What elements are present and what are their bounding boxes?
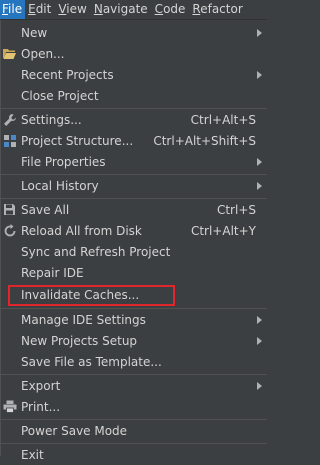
menu-item-new-projects-setup-label: New Projects Setup bbox=[21, 333, 138, 348]
menu-refactor[interactable]: Refactor bbox=[189, 0, 246, 19]
menu-item-open-label: Open... bbox=[21, 46, 65, 61]
menu-item-save-all-label: Save All bbox=[21, 202, 70, 217]
menu-edit-label: dit bbox=[35, 2, 52, 16]
menu-item-new-label: New bbox=[21, 25, 48, 40]
menu-view[interactable]: View bbox=[55, 0, 90, 19]
highlight-annotation-box bbox=[8, 285, 175, 306]
menu-item-manage-ide-settings-label: Manage IDE Settings bbox=[21, 312, 146, 327]
reload-icon bbox=[2, 223, 17, 238]
menu-item-new[interactable]: New bbox=[1, 22, 267, 43]
menu-item-repair-ide-label: Repair IDE bbox=[21, 265, 84, 280]
menu-item-save-all[interactable]: Save All Ctrl+S bbox=[1, 199, 267, 220]
menu-edit-mnemonic: E bbox=[28, 2, 36, 16]
menu-item-print[interactable]: Print... bbox=[1, 396, 267, 417]
menu-item-save-as-template[interactable]: Save File as Template... bbox=[1, 351, 267, 372]
print-icon bbox=[2, 399, 17, 414]
submenu-arrow-icon bbox=[257, 157, 262, 166]
menu-code-mnemonic: C bbox=[154, 2, 164, 16]
menu-navigate-label: avigate bbox=[102, 2, 148, 16]
file-dropdown-menu: New Open... Recent Projects Close Projec… bbox=[0, 20, 267, 462]
submenu-arrow-icon bbox=[257, 315, 262, 324]
project-structure-icon bbox=[2, 133, 17, 148]
menu-item-project-structure-label: Project Structure... bbox=[21, 133, 134, 148]
wrench-icon bbox=[2, 112, 17, 127]
menu-item-file-properties[interactable]: File Properties bbox=[1, 151, 267, 172]
menu-item-new-projects-setup[interactable]: New Projects Setup bbox=[1, 330, 267, 351]
menu-item-export-label: Export bbox=[21, 378, 61, 393]
submenu-arrow-icon bbox=[257, 381, 262, 390]
menu-refactor-label: efactor bbox=[200, 2, 243, 16]
menu-item-reload-from-disk[interactable]: Reload All from Disk Ctrl+Alt+Y bbox=[1, 220, 267, 241]
menu-item-exit-label: Exit bbox=[21, 447, 44, 462]
menu-item-print-label: Print... bbox=[21, 399, 61, 414]
menu-item-local-history-label: Local History bbox=[21, 178, 99, 193]
menu-item-save-all-shortcut: Ctrl+S bbox=[216, 202, 256, 217]
menu-code-label: ode bbox=[163, 2, 186, 16]
menu-item-repair-ide[interactable]: Repair IDE bbox=[1, 262, 267, 283]
menu-navigate[interactable]: Navigate bbox=[91, 0, 152, 19]
menu-item-recent-projects[interactable]: Recent Projects bbox=[1, 64, 267, 85]
menu-bar: File Edit View Navigate Code Refactor bbox=[0, 0, 267, 20]
menu-item-export[interactable]: Export bbox=[1, 375, 267, 396]
save-icon bbox=[2, 202, 17, 217]
menu-item-power-save-label: Power Save Mode bbox=[21, 423, 128, 438]
submenu-arrow-icon bbox=[257, 336, 262, 345]
menu-item-open[interactable]: Open... bbox=[1, 43, 267, 64]
menu-item-manage-ide-settings[interactable]: Manage IDE Settings bbox=[1, 309, 267, 330]
submenu-arrow-icon bbox=[257, 28, 262, 37]
menu-file[interactable]: File bbox=[0, 0, 26, 19]
menu-edit[interactable]: Edit bbox=[25, 0, 55, 19]
menu-item-project-structure-shortcut: Ctrl+Alt+Shift+S bbox=[153, 133, 256, 148]
menu-item-save-as-template-label: Save File as Template... bbox=[21, 354, 162, 369]
menu-item-settings[interactable]: Settings... Ctrl+Alt+S bbox=[1, 109, 267, 130]
menu-file-label: ile bbox=[8, 2, 23, 16]
menu-code[interactable]: Code bbox=[152, 0, 190, 19]
menu-view-label: iew bbox=[66, 2, 87, 16]
menu-item-close-project[interactable]: Close Project bbox=[1, 85, 267, 106]
menu-item-local-history[interactable]: Local History bbox=[1, 175, 267, 196]
menu-item-close-project-label: Close Project bbox=[21, 88, 99, 103]
submenu-arrow-icon bbox=[257, 181, 262, 190]
menu-item-settings-label: Settings... bbox=[21, 112, 82, 127]
menu-item-file-properties-label: File Properties bbox=[21, 154, 106, 169]
menu-item-exit[interactable]: Exit bbox=[1, 444, 267, 465]
folder-open-icon bbox=[2, 46, 17, 61]
menu-item-reload-from-disk-label: Reload All from Disk bbox=[21, 223, 142, 238]
submenu-arrow-icon bbox=[257, 70, 262, 79]
menu-item-project-structure[interactable]: Project Structure... Ctrl+Alt+Shift+S bbox=[1, 130, 267, 151]
menu-item-settings-shortcut: Ctrl+Alt+S bbox=[190, 112, 256, 127]
menu-item-recent-projects-label: Recent Projects bbox=[21, 67, 114, 82]
menu-navigate-mnemonic: N bbox=[93, 2, 103, 16]
menu-item-sync-refresh-label: Sync and Refresh Project bbox=[21, 244, 171, 259]
menu-item-power-save[interactable]: Power Save Mode bbox=[1, 420, 267, 441]
menu-item-sync-refresh[interactable]: Sync and Refresh Project bbox=[1, 241, 267, 262]
menu-item-reload-from-disk-shortcut: Ctrl+Alt+Y bbox=[190, 223, 256, 238]
